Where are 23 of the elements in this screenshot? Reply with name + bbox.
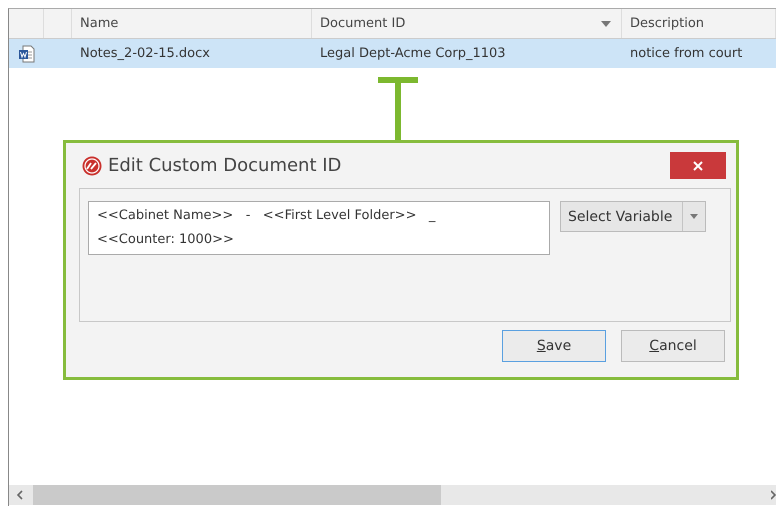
column-header[interactable]: Document ID (312, 9, 622, 38)
table-cell-text: Legal Dept-Acme Corp_1103 (319, 45, 507, 63)
close-icon (693, 160, 703, 170)
dialog-title: Edit Custom Document ID (108, 155, 342, 176)
scroll-right-icon[interactable] (771, 490, 776, 500)
input-field[interactable]: <<Cabinet Name>> - <<First Level Folder>> _ <<Counter: 1000>> (88, 201, 550, 255)
dialog-button[interactable]: Save (502, 330, 606, 362)
table-row[interactable]: Notes_2-02-15.docx Legal Dept-Acme Corp_1103 notice from court (9, 39, 776, 68)
table-cell-text: notice from court (629, 45, 744, 63)
connector-line (378, 77, 418, 141)
dialog-button[interactable]: Cancel (621, 330, 725, 362)
horizontal-scrollbar[interactable] (9, 485, 776, 505)
scroll-left-icon[interactable] (15, 490, 25, 500)
select-variable-button[interactable]: Select Variable (560, 201, 706, 232)
scrollbar-thumb[interactable] (33, 485, 441, 505)
column-header[interactable]: Name (72, 9, 312, 38)
logo-icon (82, 156, 102, 176)
word-document-icon (18, 44, 34, 62)
caret-icon (690, 214, 698, 219)
dropdown-icon[interactable] (601, 20, 611, 26)
close-button[interactable] (670, 152, 726, 179)
table-cell-text: Notes_2-02-15.docx (79, 45, 211, 63)
column-header[interactable]: Description (622, 9, 776, 38)
